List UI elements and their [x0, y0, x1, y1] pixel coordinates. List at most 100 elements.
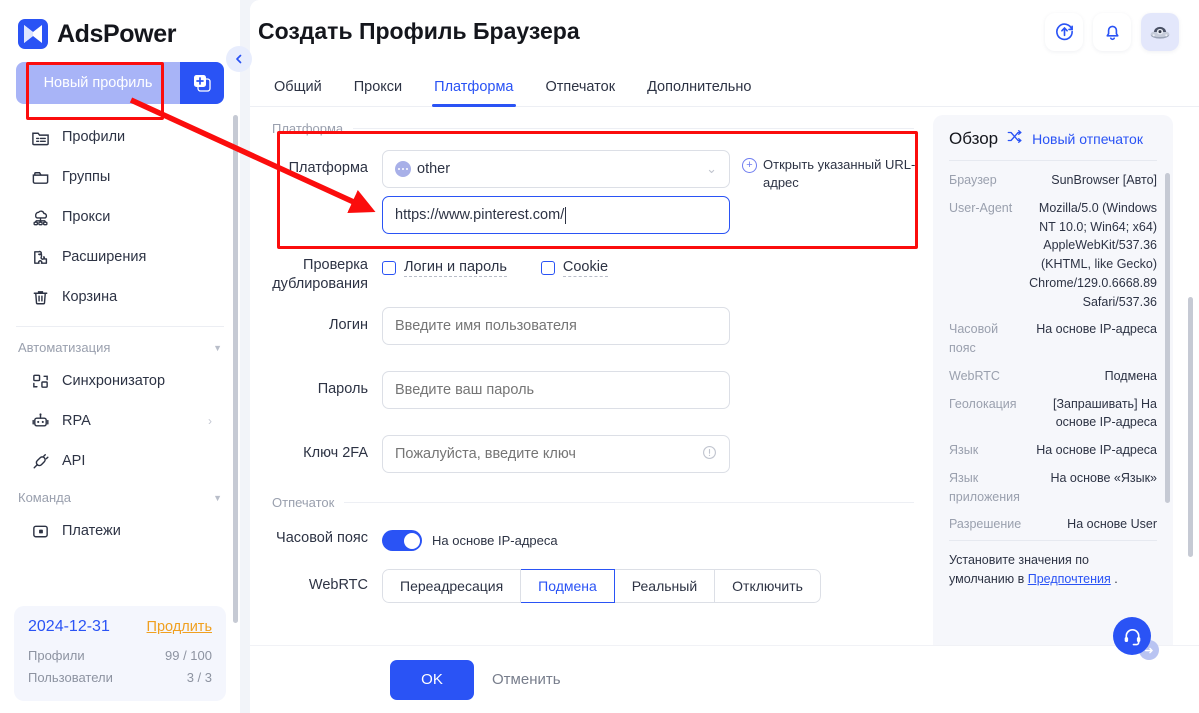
plus-circle-icon[interactable]: +: [742, 158, 757, 173]
overview-value: На основе IP-адреса: [1036, 322, 1157, 337]
twofa-key-input[interactable]: [395, 446, 702, 463]
platform-url-input[interactable]: https://www.pinterest.com/: [382, 196, 730, 234]
checkbox-box[interactable]: [382, 261, 396, 275]
overview-key: Часовой пояс: [949, 322, 999, 355]
payments-card-icon: [30, 521, 50, 541]
chevron-right-icon: ›: [208, 414, 212, 428]
sidebar-group-team[interactable]: Команда ▼: [0, 481, 240, 511]
new-fingerprint-link[interactable]: Новый отпечаток: [1032, 131, 1143, 147]
sidebar-group-automation[interactable]: Автоматизация ▼: [0, 331, 240, 361]
overview-value: На основе User: [1067, 517, 1157, 532]
sidebar-item-label: Группы: [62, 169, 111, 185]
shuffle-icon[interactable]: [1007, 129, 1023, 149]
field-label: Пароль: [317, 381, 368, 398]
open-url-label: Открыть указанный URL-адрес: [763, 157, 916, 190]
sidebar-item-profiles[interactable]: Профили: [16, 117, 224, 157]
add-profile-icon[interactable]: [180, 62, 224, 104]
sidebar-nav-team: Платежи: [0, 511, 240, 551]
overview-footer-suffix: .: [1110, 571, 1118, 586]
app-root: AdsPower Новый профиль Профили Группы Пр…: [0, 0, 1199, 713]
tab-proxy[interactable]: Прокси: [338, 79, 418, 106]
info-warning-icon[interactable]: [702, 445, 717, 463]
sidebar-item-proxy[interactable]: Прокси: [16, 197, 224, 237]
header-actions: [1045, 12, 1179, 51]
field-label: Платформа: [288, 160, 368, 176]
tab-platform[interactable]: Платформа: [418, 79, 529, 107]
overview-key: Разрешение: [949, 517, 1022, 532]
sidebar-item-api[interactable]: API: [16, 441, 224, 481]
tab-advanced[interactable]: Дополнительно: [631, 79, 767, 106]
checkbox-box[interactable]: [540, 261, 555, 275]
sidebar-collapse-button[interactable]: [226, 46, 252, 72]
checkbox-login-password[interactable]: Логин и пароль: [382, 259, 507, 277]
open-specified-url[interactable]: + Открыть указанный URL-адрес: [742, 150, 932, 191]
overview-key: Язык приложения: [949, 470, 1020, 504]
overview-list: Браузер SunBrowser [Авто] User-Agent Moz…: [949, 161, 1157, 538]
section-fingerprint-header: Отпечаток: [272, 495, 930, 510]
renew-link[interactable]: Продлить: [147, 619, 212, 635]
api-plug-icon: [30, 451, 50, 471]
overview-footer: Установите значения по умолчанию в Предп…: [949, 540, 1157, 589]
sidebar-item-groups[interactable]: Группы: [16, 157, 224, 197]
overview-title: Обзор: [949, 129, 999, 148]
webrtc-option-altered[interactable]: Подмена: [521, 569, 615, 604]
chevron-down-icon: ▼: [213, 492, 222, 503]
field-label: WebRTC: [308, 577, 368, 594]
overview-value: На основе IP-адреса: [1036, 443, 1157, 457]
password-input[interactable]: [382, 371, 730, 410]
login-input[interactable]: [382, 307, 730, 346]
text-cursor: [565, 206, 567, 224]
ok-button[interactable]: OK: [390, 659, 474, 700]
support-button[interactable]: [1113, 617, 1151, 655]
sidebar-item-rpa[interactable]: RPA ›: [16, 401, 224, 441]
notifications-button[interactable]: [1093, 12, 1131, 51]
sidebar-scrollbar[interactable]: [233, 115, 238, 623]
sidebar-item-synchronizer[interactable]: Синхронизатор: [16, 361, 224, 401]
modal-tabs: Общий Прокси Платформа Отпечаток Дополни…: [250, 63, 1199, 107]
field-webrtc: WebRTC Переадресация Подмена Реальный От…: [262, 569, 930, 604]
field-label: Ключ 2FA: [303, 445, 368, 462]
timezone-toggle[interactable]: [382, 530, 422, 552]
overview-row: User-Agent Mozilla/5.0 (Windows NT 10.0;…: [949, 199, 1157, 312]
new-profile-button-group[interactable]: Новый профиль: [16, 62, 224, 104]
checkbox-cookie[interactable]: Cookie: [540, 259, 609, 277]
new-profile-wrap: Новый профиль: [0, 62, 240, 104]
overview-value: Подмена: [1104, 368, 1157, 383]
sidebar-item-payments[interactable]: Платежи: [16, 511, 224, 551]
webrtc-option-forward[interactable]: Переадресация: [382, 569, 522, 604]
overview-scrollbar[interactable]: [1165, 173, 1170, 503]
sidebar-item-label: Платежи: [62, 523, 121, 539]
platform-select[interactable]: other ⌄: [382, 150, 730, 188]
update-button[interactable]: [1045, 12, 1083, 51]
brand: AdsPower: [0, 0, 240, 62]
sidebar-item-trash[interactable]: Корзина: [16, 277, 224, 317]
sidebar-group-label: Команда: [18, 490, 71, 505]
new-profile-button[interactable]: Новый профиль: [16, 62, 180, 104]
tab-general[interactable]: Общий: [258, 79, 338, 106]
modal-scrollbar[interactable]: [1188, 297, 1193, 557]
field-login: Логин: [262, 307, 930, 346]
section-platform-header: Платформа: [272, 121, 930, 136]
tab-fingerprint[interactable]: Отпечаток: [530, 79, 632, 106]
cancel-button[interactable]: Отменить: [492, 671, 561, 688]
checkbox-label: Логин и пароль: [404, 259, 507, 277]
overview-row: Язык приложения На основе «Язык»: [949, 469, 1157, 507]
timezone-toggle-label: На основе IP-адреса: [432, 533, 558, 549]
page-title: Создать Профиль Браузера: [258, 18, 580, 44]
webrtc-option-real[interactable]: Реальный: [614, 569, 716, 604]
section-title: Платформа: [272, 121, 344, 136]
puzzle-icon: [30, 247, 50, 267]
modal-header: Создать Профиль Браузера: [250, 0, 1199, 63]
adspower-logo-icon: [18, 19, 48, 49]
plan-row-value: 3 / 3: [186, 669, 212, 685]
preferences-link[interactable]: Предпочтения: [1028, 572, 1111, 586]
sidebar-item-extensions[interactable]: Расширения: [16, 237, 224, 277]
field-platform: Платформа other ⌄ https://www.pinterest.…: [262, 150, 930, 234]
webrtc-option-disabled[interactable]: Отключить: [715, 569, 821, 604]
sidebar-group-label: Автоматизация: [18, 340, 111, 355]
platform-selected-value: other: [417, 161, 451, 177]
sidebar-item-label: Синхронизатор: [62, 373, 166, 389]
overview-row: Часовой пояс На основе IP-адреса: [949, 320, 1157, 358]
sync-windows-icon: [30, 371, 50, 391]
account-avatar[interactable]: [1141, 12, 1179, 51]
